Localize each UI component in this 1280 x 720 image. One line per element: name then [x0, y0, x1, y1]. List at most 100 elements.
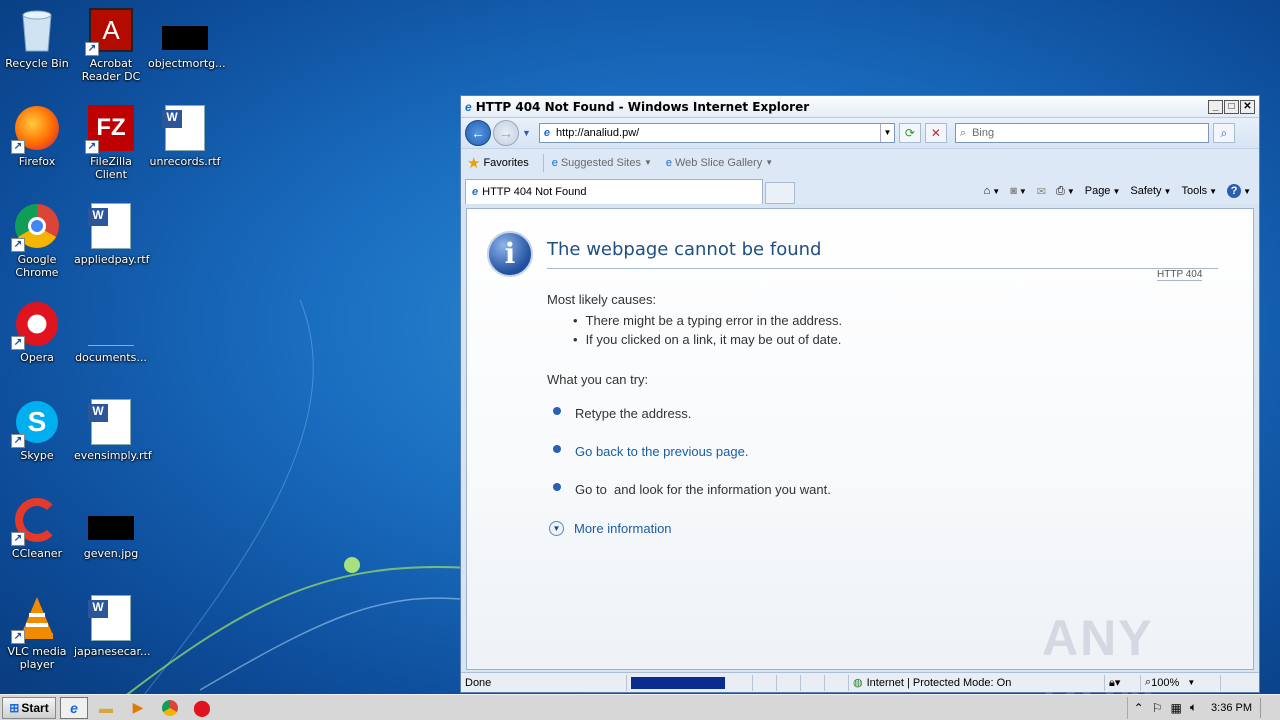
search-box[interactable]: ⌕ Bing	[954, 123, 1209, 143]
tab-current[interactable]: e HTTP 404 Not Found	[465, 179, 763, 204]
web-slice-gallery-link[interactable]: e Web Slice Gallery ▼	[666, 157, 773, 169]
start-label: Start	[21, 700, 49, 715]
page-content: i The webpage cannot be found HTTP 404 M…	[466, 208, 1254, 720]
desktop-icon-label: appliedpay.rtf	[74, 253, 150, 266]
title-bar[interactable]: e HTTP 404 Not Found - Windows Internet …	[461, 96, 1259, 118]
web-slice-label: Web Slice Gallery	[675, 156, 763, 169]
minimize-button[interactable]: _	[1208, 99, 1223, 114]
desktop-icon-evensimply[interactable]: W evensimply.rtf	[74, 398, 152, 462]
volume-icon[interactable]: 🔈︎	[1190, 700, 1197, 715]
desktop-icon-unrecords[interactable]: W unrecords.rtf	[148, 104, 222, 168]
desktop-icon-label: Recycle Bin	[5, 57, 69, 70]
zoom-level: 100%	[1151, 676, 1180, 689]
refresh-button[interactable]: ⟳	[898, 123, 921, 143]
clock[interactable]: 3:36 PM	[1211, 702, 1252, 714]
status-text: Done	[461, 674, 627, 691]
page-icon: e	[551, 156, 558, 169]
favorites-bar: ★ Favorites e Suggested Sites ▼ e Web Sl…	[461, 148, 1259, 176]
globe-icon: ◍	[853, 677, 863, 689]
back-button[interactable]: ←	[465, 120, 491, 146]
go-back-link[interactable]: Go back to the previous page.	[575, 444, 748, 459]
new-tab-button[interactable]	[765, 182, 795, 204]
list-item: There might be a typing error in the add…	[573, 313, 843, 332]
desktop-icon-label: VLC media player	[7, 645, 67, 671]
try-item-goto: Go to and look for the information you w…	[553, 482, 831, 497]
show-hidden-icons[interactable]: ⌃	[1134, 701, 1144, 715]
start-button[interactable]: ⊞ Start	[2, 696, 56, 719]
desktop-icon-appliedpay[interactable]: W appliedpay.rtf	[74, 202, 150, 266]
desktop-icon-firefox[interactable]: ↗ Firefox	[0, 104, 74, 168]
desktop-icon-japanesecar[interactable]: W japanesecar...	[74, 594, 151, 658]
bullet-icon	[553, 406, 561, 415]
desktop-icon-label: Opera	[20, 351, 54, 364]
desktop-icon-label: japanesecar...	[74, 645, 151, 658]
expand-icon: ▼	[549, 521, 564, 536]
address-bar[interactable]: e http://analiud.pw/ ▼	[538, 123, 895, 143]
more-information-link[interactable]: ▼ More information	[549, 521, 672, 536]
page-menu[interactable]: Page ▼	[1085, 185, 1121, 197]
security-zone[interactable]: ◍ Internet | Protected Mode: On	[849, 674, 1105, 691]
suggested-sites-label: Suggested Sites	[560, 156, 641, 169]
progress-bar	[631, 676, 725, 689]
page-title: The webpage cannot be found	[547, 239, 822, 260]
opera-icon: ⬤	[193, 699, 211, 717]
zoom-button[interactable]: ⌕ 100% ▼	[1141, 674, 1221, 691]
show-desktop-button[interactable]	[1260, 697, 1270, 718]
try-heading: What you can try:	[547, 372, 649, 387]
taskbar-chrome[interactable]	[156, 697, 184, 719]
search-input[interactable]: Bing	[972, 127, 994, 139]
flag-icon[interactable]: ⚐	[1152, 701, 1163, 715]
desktop-icon-label: documents...	[75, 351, 147, 364]
desktop-icon-geven[interactable]: geven.jpg	[74, 496, 148, 560]
taskbar-ie[interactable]: e	[60, 696, 88, 719]
mail-button[interactable]: ✉	[1037, 185, 1046, 198]
home-button[interactable]: ⌂ ▼	[984, 185, 1001, 197]
command-bar: ⌂ ▼ ◙ ▼ ✉ ⎙ ▼ Page ▼ Safety ▼ Tools ▼ ? ▼	[984, 178, 1259, 204]
tools-menu[interactable]: Tools ▼	[1181, 185, 1217, 197]
safety-menu[interactable]: Safety ▼	[1130, 185, 1171, 197]
chrome-icon	[162, 699, 178, 716]
desktop-icon-objectmortg[interactable]: objectmortg...	[148, 6, 226, 70]
media-player-icon: ▶	[132, 699, 144, 715]
info-icon: i	[487, 231, 533, 277]
maximize-button[interactable]: □	[1224, 99, 1239, 114]
windows-logo-icon: ⊞	[9, 700, 20, 715]
close-button[interactable]: ✕	[1240, 99, 1255, 114]
desktop-icon-recycle-bin[interactable]: Recycle Bin	[0, 6, 74, 70]
favorites-button[interactable]: ★ Favorites	[467, 154, 529, 172]
recent-pages-dropdown-icon[interactable]: ▼	[522, 128, 531, 138]
address-dropdown-icon[interactable]: ▼	[879, 124, 894, 142]
try-item-go-back: Go back to the previous page.	[553, 444, 748, 459]
desktop-icon-acrobat[interactable]: A ↗ Acrobat Reader DC	[74, 6, 148, 83]
desktop-icon-opera[interactable]: ↗ Opera	[0, 300, 74, 364]
desktop-icon-label: evensimply.rtf	[74, 449, 152, 462]
address-input[interactable]: http://analiud.pw/	[556, 127, 880, 139]
search-icon: ⌕	[959, 126, 967, 139]
desktop-icon-chrome[interactable]: ↗ Google Chrome	[0, 202, 74, 279]
taskbar-opera[interactable]: ⬤	[188, 697, 216, 719]
window-title: HTTP 404 Not Found - Windows Internet Ex…	[475, 99, 810, 114]
security-button[interactable]: 🔒︎▾	[1105, 674, 1141, 691]
taskbar-media-player[interactable]: ▶	[124, 697, 152, 719]
desktop-icon-label: Acrobat Reader DC	[81, 57, 141, 83]
tab-label: HTTP 404 Not Found	[482, 186, 587, 198]
forward-button[interactable]: →	[493, 120, 519, 146]
search-button[interactable]: ⌕	[1212, 123, 1235, 143]
print-button[interactable]: ⎙ ▼	[1056, 185, 1075, 198]
causes-list: There might be a typing error in the add…	[573, 313, 843, 351]
desktop-icon-filezilla[interactable]: FZ ↗ FileZilla Client	[74, 104, 148, 181]
folder-icon: ▬	[99, 699, 113, 716]
desktop-icon-documents[interactable]: documents...	[74, 300, 148, 364]
star-icon: ★	[467, 154, 481, 172]
desktop-icon-skype[interactable]: S ↗ Skype	[0, 398, 74, 462]
safety-menu-label: Safety	[1130, 185, 1162, 197]
help-button[interactable]: ? ▼	[1227, 184, 1251, 198]
taskbar-explorer[interactable]: ▬	[92, 697, 120, 719]
suggested-sites-link[interactable]: e Suggested Sites ▼	[552, 157, 652, 169]
desktop-icon-vlc[interactable]: ↗ VLC media player	[0, 594, 74, 671]
stop-button[interactable]: ✕	[924, 123, 947, 143]
feeds-button[interactable]: ◙ ▼	[1010, 185, 1027, 197]
desktop-icon-label: CCleaner	[11, 547, 63, 560]
desktop-icon-ccleaner[interactable]: ↗ CCleaner	[0, 496, 74, 560]
network-icon[interactable]: ▦	[1170, 701, 1181, 715]
